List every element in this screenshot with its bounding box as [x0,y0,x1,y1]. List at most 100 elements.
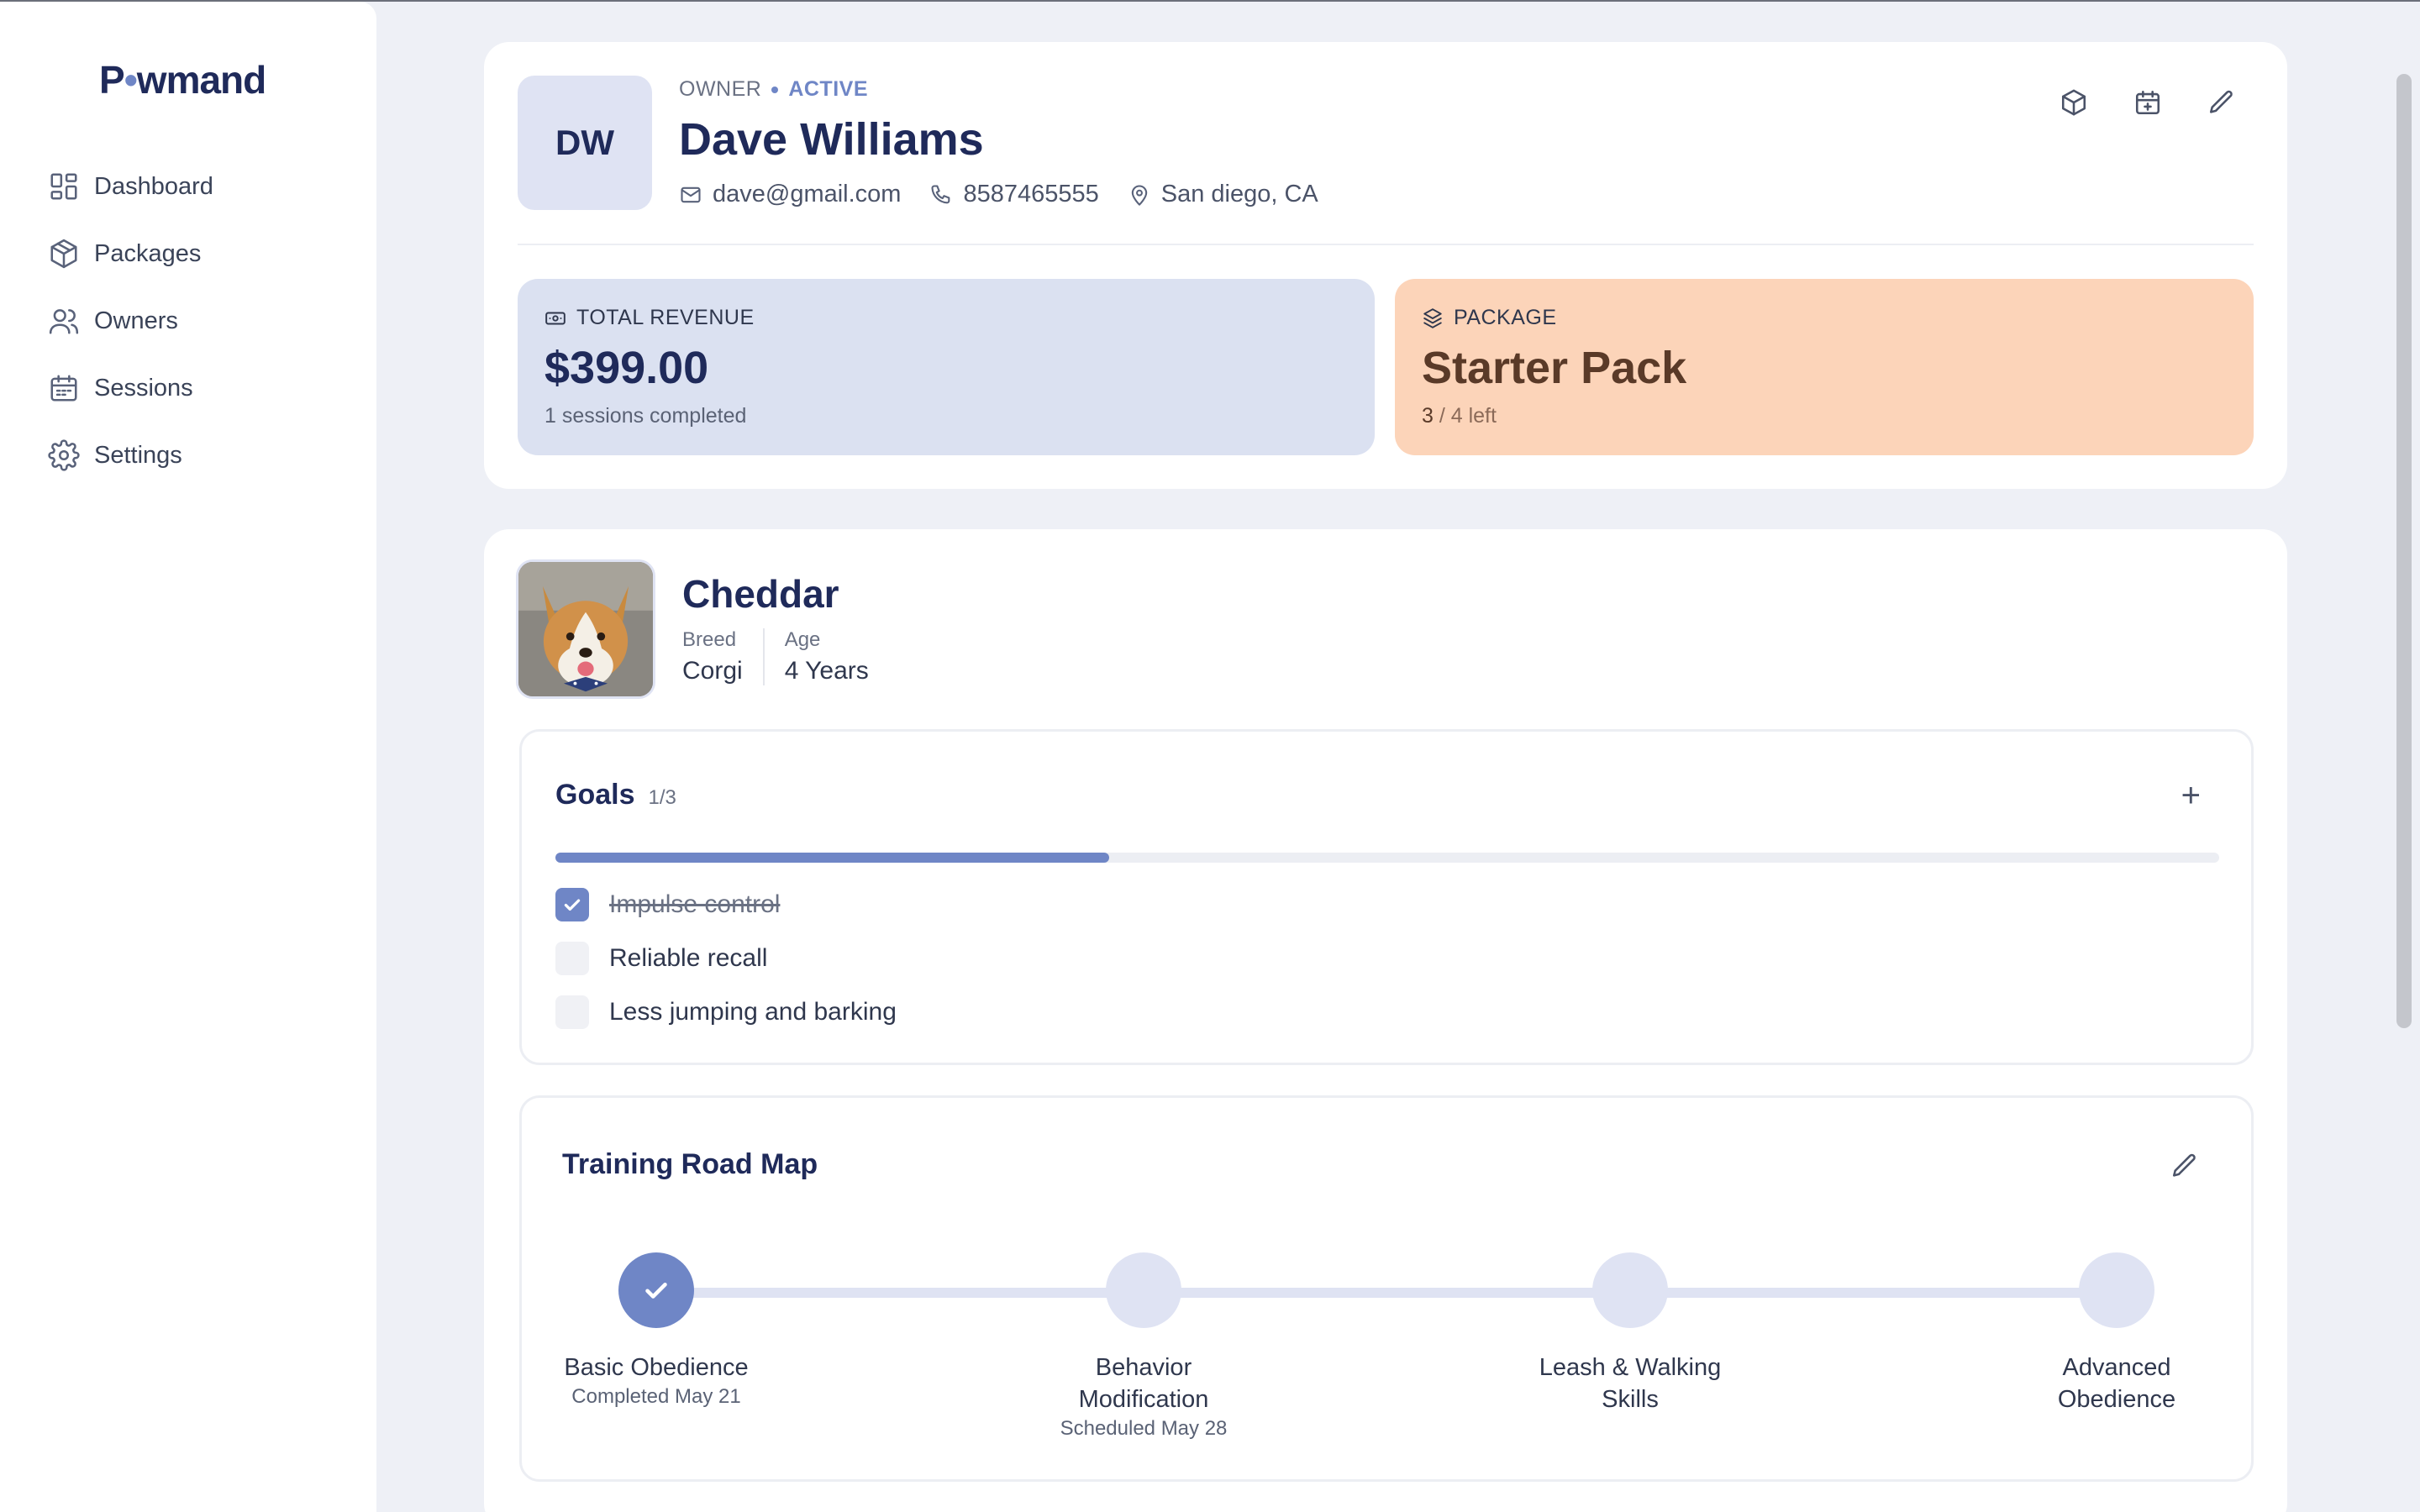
status-dot [771,86,779,93]
goals-progress-bar [555,853,2219,863]
roadmap-track [656,1288,2117,1298]
owner-location: San diego, CA [1128,181,1318,208]
roadmap-node[interactable] [2079,1252,2154,1328]
gear-icon [47,438,81,472]
sidebar-item-sessions[interactable]: Sessions [47,368,213,408]
sidebar-item-settings[interactable]: Settings [47,435,213,475]
edit-roadmap-button[interactable] [2170,1152,2199,1180]
goals-count: 1/3 [648,786,676,809]
goal-checkbox[interactable] [555,995,589,1029]
package-name: Starter Pack [1422,343,1687,393]
owner-role-line: OWNER ACTIVE [679,77,1347,102]
sidebar-item-label: Dashboard [94,172,213,200]
goal-checkbox-checked[interactable] [555,888,589,921]
roadmap-title: Training Road Map [562,1148,818,1180]
package-card[interactable]: PACKAGE Starter Pack 3 / 4 left [1395,279,2254,455]
total-revenue-value: $399.00 [544,343,709,393]
pet-age-label: Age [784,628,821,651]
package-icon [47,237,81,270]
sidebar-item-label: Sessions [94,374,193,402]
goals-panel: Goals 1/3 + Impulse control Reliable rec… [519,729,2254,1065]
calendar-icon [47,371,81,405]
owner-actions [2017,86,2238,119]
roadmap-step-name: Behavior Modification [1078,1354,1209,1413]
schedule-session-button[interactable] [2131,86,2165,119]
pet-photo[interactable] [516,559,655,699]
goal-item[interactable]: Impulse control [555,888,897,921]
package-label: PACKAGE [1422,306,2227,330]
goal-checkbox[interactable] [555,942,589,975]
sidebar-item-dashboard[interactable]: Dashboard [47,166,213,207]
training-roadmap-panel: Training Road Map Basic Obedience Comple… [519,1095,2254,1482]
calendar-plus-icon [2135,90,2160,115]
roadmap-step: Behavior Modification Scheduled May 28 [1034,1252,1253,1441]
sidebar-item-label: Settings [94,441,182,469]
assign-package-button[interactable] [2057,86,2091,119]
owner-location-text: San diego, CA [1160,181,1318,207]
users-icon [47,304,81,338]
pet-age: Age 4 Years [762,628,889,685]
owner-contact-row: dave@gmail.com 8587465555 San diego, CA [679,181,1347,208]
logo-text-suffix: wmand [136,58,266,102]
pet-name: Cheddar [682,572,839,616]
pet-breed-label: Breed [682,628,737,651]
paw-icon: • [124,58,138,102]
package-label-text: PACKAGE [1454,306,1557,329]
goal-item[interactable]: Reliable recall [555,942,897,975]
map-pin-icon [1131,185,1147,206]
sidebar-item-label: Owners [94,307,178,334]
roadmap-step-date: Scheduled May 28 [1060,1417,1228,1440]
page-scrollbar[interactable] [2396,74,2412,1028]
corgi-photo-illustration [518,562,653,696]
sidebar-item-label: Packages [94,239,202,267]
phone-icon [931,184,950,203]
pet-breed: Breed Corgi [682,628,763,685]
cash-icon [545,312,566,324]
goals-title: Goals [555,779,635,811]
owner-phone-text: 8587465555 [963,181,1099,207]
total-revenue-card: TOTAL REVENUE $399.00 1 sessions complet… [518,279,1375,455]
pet-facts: Breed Corgi Age 4 Years [682,628,889,685]
roadmap-node-completed[interactable] [618,1252,694,1328]
sidebar-item-packages[interactable]: Packages [47,234,213,274]
status-badge: ACTIVE [788,77,869,101]
package-remaining-count: 3 [1422,404,1434,428]
add-goal-button[interactable]: + [2181,779,2201,812]
check-icon [645,1283,667,1299]
owner-avatar: DW [518,76,652,210]
roadmap-step: Advanced Obedience [2007,1252,2226,1415]
goal-label: Less jumping and barking [609,998,897,1026]
goal-item[interactable]: Less jumping and barking [555,995,897,1029]
goal-label: Impulse control [609,890,781,918]
owner-email[interactable]: dave@gmail.com [679,181,901,208]
sidebar-nav: Dashboard Packages Owners Sessions Setti… [47,166,213,502]
pet-card: Cheddar Breed Corgi Age 4 Years Goals 1/… [484,529,2287,1512]
sidebar-item-owners[interactable]: Owners [47,301,213,341]
dashboard-icon [47,170,81,203]
pet-breed-value: Corgi [682,657,743,685]
roadmap-node[interactable] [1592,1252,1668,1328]
edit-owner-button[interactable] [2205,86,2238,119]
check-icon [564,899,581,911]
goal-list: Impulse control Reliable recall Less jum… [555,888,897,1049]
owner-meta: OWNER ACTIVE Dave Williams dave@gmail.co… [679,77,1347,208]
package-remaining-rest: / 4 left [1433,404,1497,428]
brand-logo[interactable]: P•wmand [99,57,266,102]
box-icon [1423,307,1442,328]
roadmap-node[interactable] [1106,1252,1181,1328]
logo-text-prefix: P [99,58,125,102]
roadmap-step: Leash & Walking Skills [1521,1252,1739,1415]
roadmap-step-name: Leash & Walking Skills [1539,1354,1722,1413]
total-revenue-label: TOTAL REVENUE [544,306,1348,330]
owner-phone[interactable]: 8587465555 [929,181,1099,208]
pet-age-value: 4 Years [784,657,869,685]
sidebar: P•wmand Dashboard Packages Owners Sessio… [0,2,376,1512]
page-title: Dave Williams [679,114,984,165]
mail-icon [681,186,701,202]
owner-role: OWNER [679,77,762,101]
roadmap-step-name: Basic Obedience [564,1354,749,1381]
goals-progress-fill [555,853,1110,863]
owner-card: DW OWNER ACTIVE Dave Williams dave@gmail… [484,42,2287,489]
sessions-completed-text: 1 sessions completed [544,404,747,428]
divider [518,244,2254,245]
